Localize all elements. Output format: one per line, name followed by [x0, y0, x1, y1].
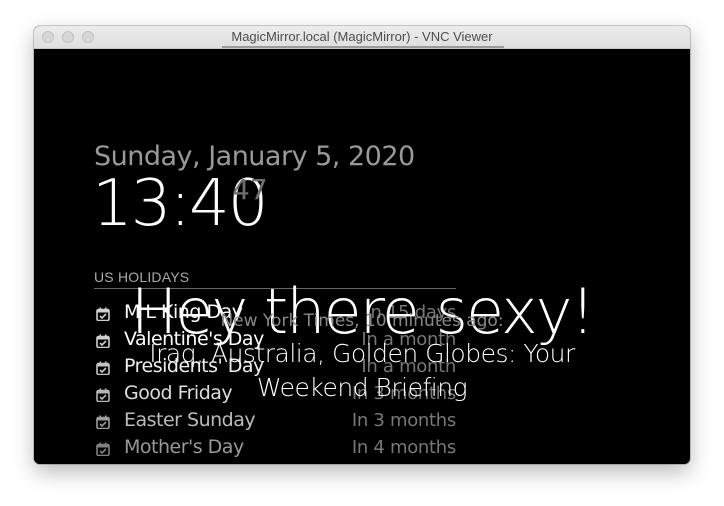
vnc-viewer-window: MagicMirror.local (MagicMirror) - VNC Vi… [34, 26, 690, 464]
window-titlebar[interactable]: MagicMirror.local (MagicMirror) - VNC Vi… [34, 26, 690, 49]
news-source: New York Times, 10 minutes ago: [220, 311, 504, 331]
magicmirror-screen: Sunday, January 5, 2020 13:40 47 US HOLI… [34, 49, 690, 464]
title-underline [222, 46, 504, 48]
calendar-event-time: In 4 months [351, 437, 456, 458]
window-title: MagicMirror.local (MagicMirror) - VNC Vi… [231, 29, 493, 44]
calendar-event: Mother's Day In 4 months [94, 436, 456, 463]
calendar-event-title: Mother's Day [124, 436, 244, 458]
calendar-event: Easter Sunday In 3 months [94, 409, 456, 436]
calendar-event-title: Easter Sunday [124, 409, 256, 431]
calendar-check-icon [96, 415, 110, 429]
calendar-check-icon [96, 442, 110, 456]
news-headline: Iraq, Australia, Golden Globes: Your Wee… [149, 339, 575, 402]
calendar-event-time: In 3 months [351, 410, 456, 431]
clock-seconds: 47 [232, 173, 268, 206]
